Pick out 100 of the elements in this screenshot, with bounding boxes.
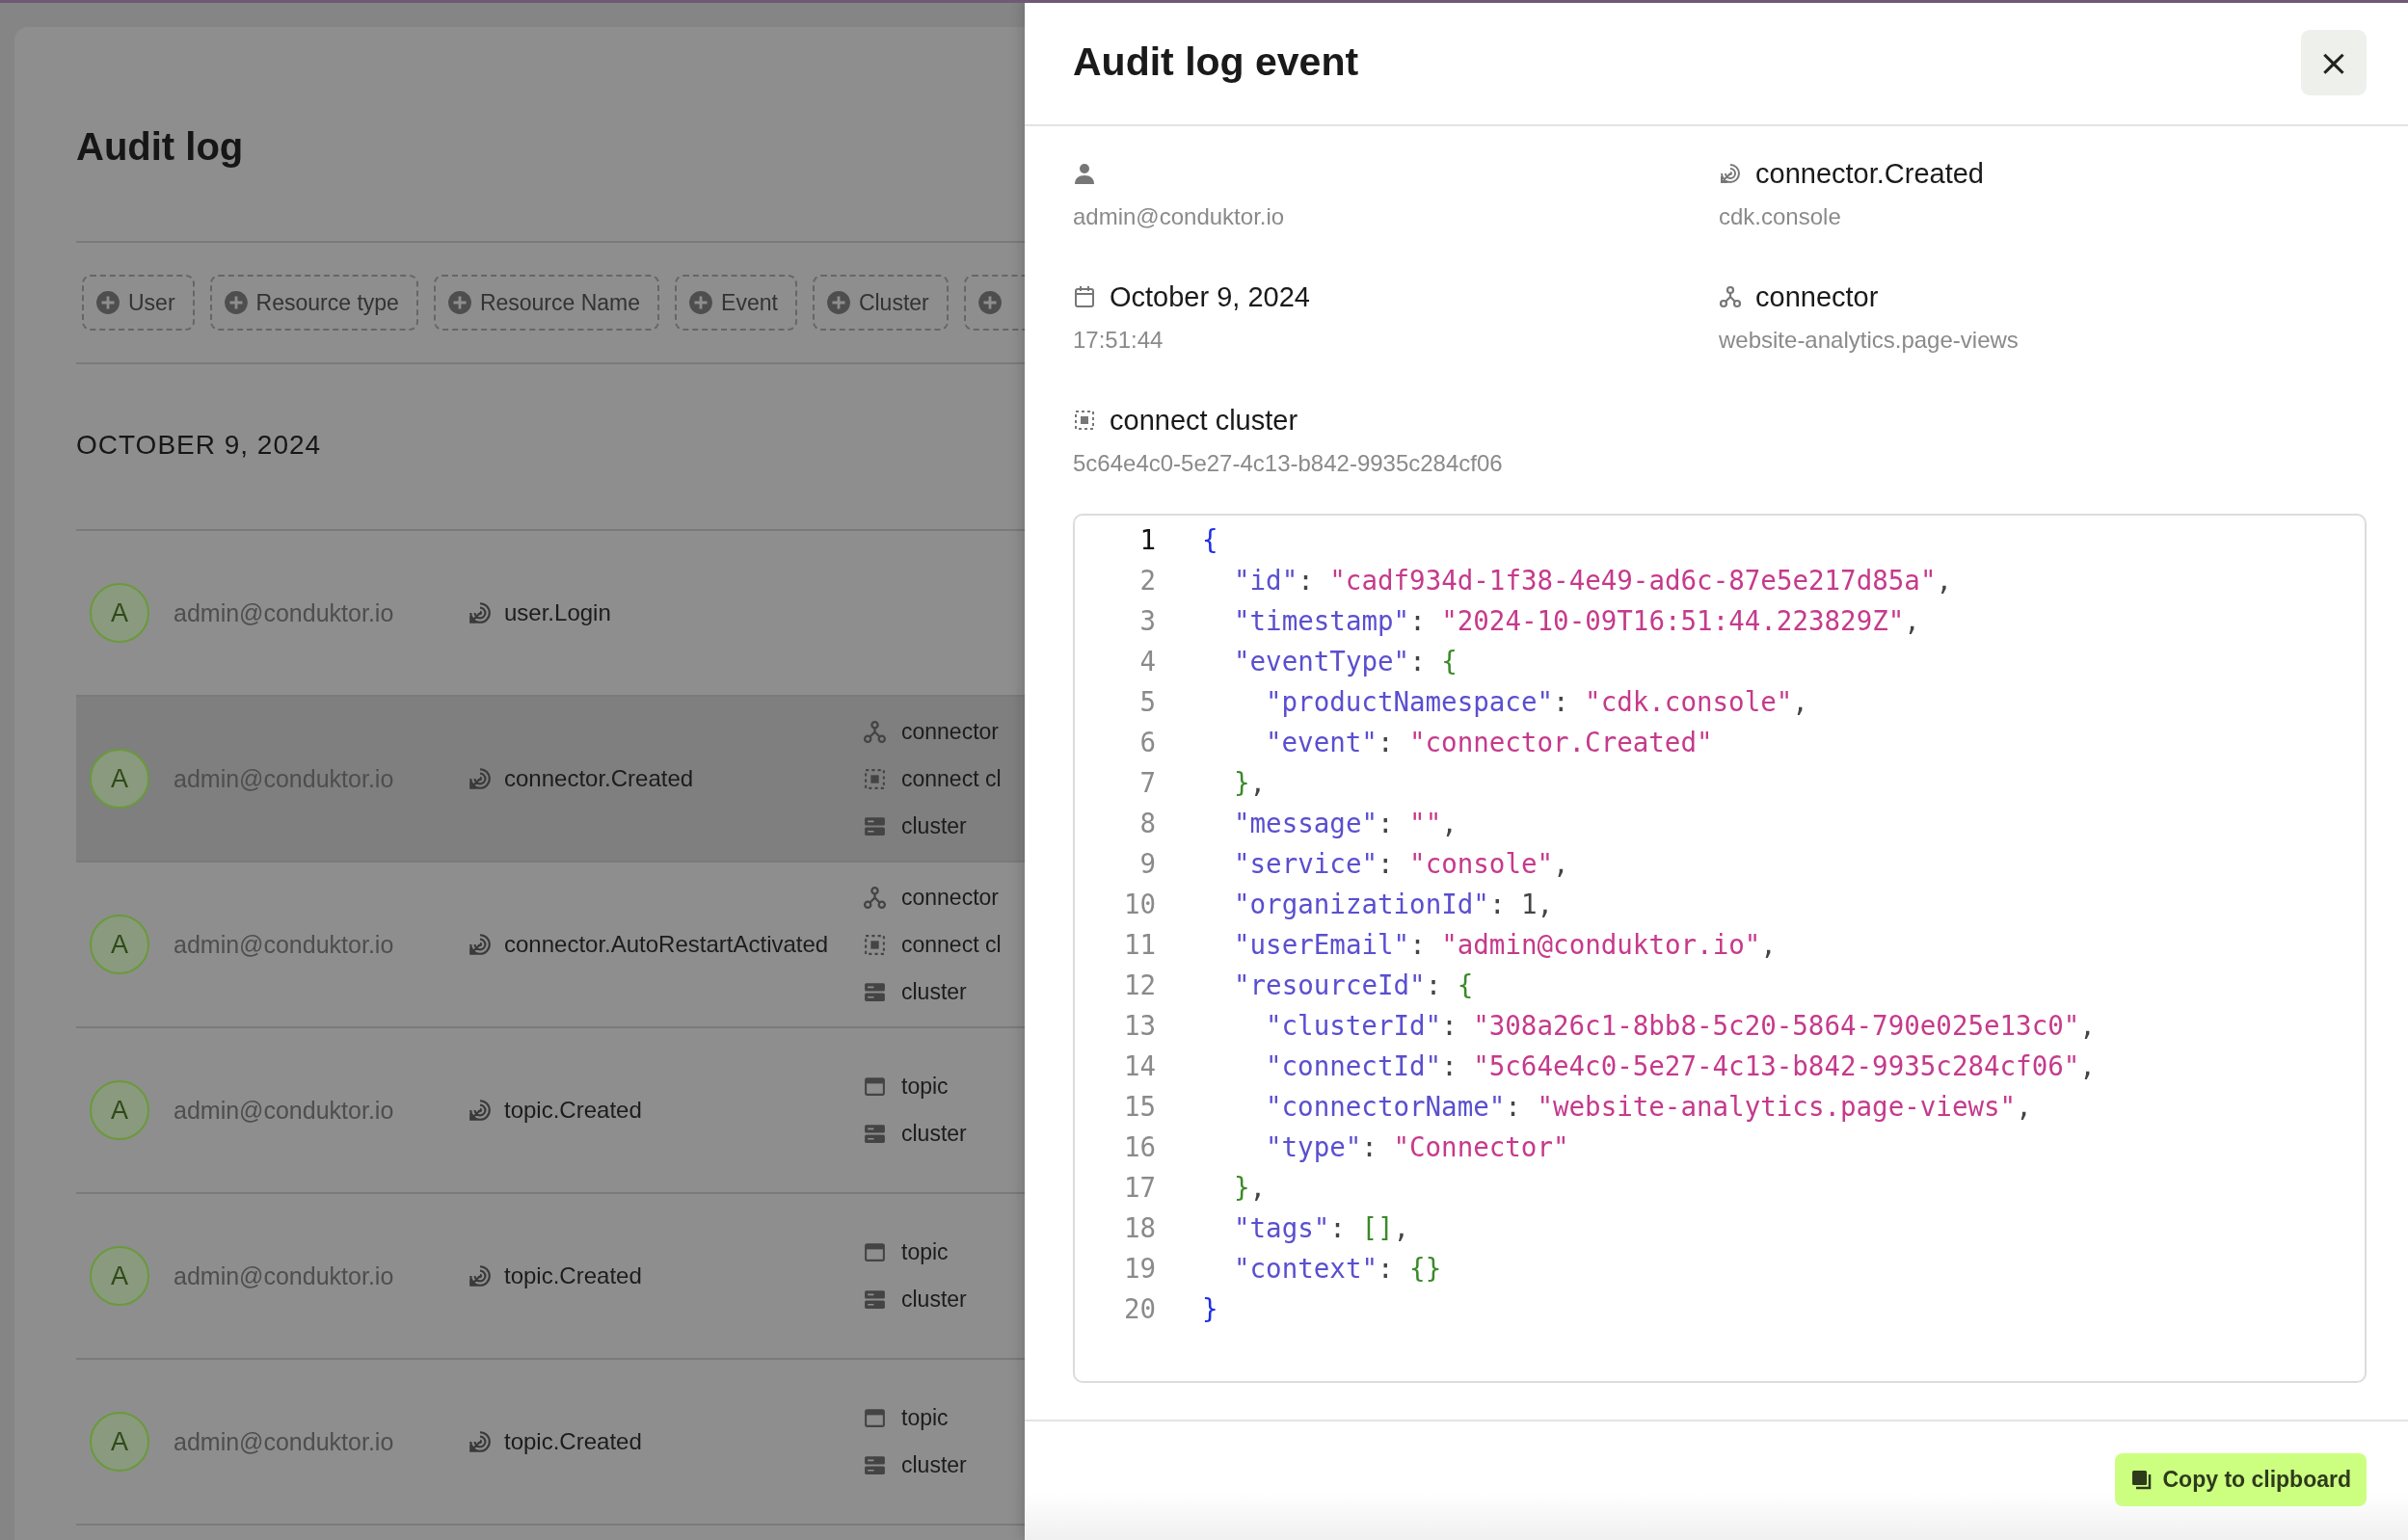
code-line: "service": "console",	[1234, 848, 1569, 879]
resource-label: cluster	[901, 1287, 967, 1313]
code-line: "organizationId": 1,	[1234, 889, 1554, 919]
detail-label: connector.Created	[1755, 157, 1984, 190]
resource-label: connect cl	[901, 765, 1002, 792]
line-number: 11	[1122, 929, 1156, 960]
resource-label: cluster	[901, 978, 967, 1005]
code-line: "message": "",	[1234, 808, 1458, 838]
chip-icon	[1073, 409, 1096, 432]
line-number: 14	[1122, 1050, 1156, 1081]
line-number: 12	[1122, 969, 1156, 1000]
code-line: },	[1234, 1172, 1267, 1203]
code-line: "connectId": "5c64e4c0-5e27-4c13-b842-9935c284cf06",	[1266, 1050, 2096, 1081]
user-email: admin@conduktor.io	[173, 1261, 395, 1290]
date-heading: OCTOBER 9, 2024	[76, 430, 322, 460]
code-line: },	[1234, 767, 1267, 798]
filter-chip[interactable]: Event	[675, 275, 797, 331]
copy-icon	[2129, 1468, 2154, 1492]
detail-label: connector	[1755, 280, 1879, 313]
resource-label: topic	[901, 1239, 949, 1265]
target-arrow-icon	[468, 1098, 493, 1123]
event-name: topic.Created	[504, 1428, 642, 1455]
filter-chip[interactable]: Resource type	[209, 275, 418, 331]
line-number: 5	[1138, 686, 1156, 717]
line-number: 1	[1138, 524, 1156, 555]
event-name: connector.AutoRestartActivated	[504, 931, 829, 958]
calendar-icon	[1073, 285, 1096, 308]
code-line: "clusterId": "308a26c1-8bb8-5c20-5864-790e025e13c0",	[1266, 1010, 2096, 1041]
code-line: }	[1202, 1293, 1218, 1324]
target-arrow-icon	[468, 766, 493, 791]
line-number: 7	[1138, 767, 1156, 798]
plus-icon	[95, 290, 120, 315]
server-icon	[863, 1288, 887, 1312]
avatar: A	[90, 749, 149, 809]
line-number: 17	[1122, 1172, 1156, 1203]
nodes-icon	[863, 885, 887, 910]
chip-icon	[863, 766, 887, 791]
filter-chip[interactable]: Cluster	[812, 275, 949, 331]
avatar: A	[90, 1246, 149, 1306]
resource-label: connector	[901, 884, 999, 911]
plus-icon	[688, 290, 714, 315]
code-line: "context": {}	[1234, 1253, 1442, 1284]
server-icon	[863, 1122, 887, 1146]
line-number: 9	[1138, 848, 1156, 879]
code-line: "tags": [],	[1234, 1212, 1410, 1243]
line-number: 6	[1138, 727, 1156, 757]
user-email: admin@conduktor.io	[173, 598, 395, 627]
user-icon	[1073, 162, 1096, 185]
event-name: topic.Created	[504, 1097, 642, 1124]
filter-chip[interactable]: User	[82, 275, 195, 331]
target-arrow-icon	[468, 1429, 493, 1454]
plus-icon	[977, 290, 1003, 315]
event-name: user.Login	[504, 599, 611, 626]
code-line: "userEmail": "admin@conduktor.io",	[1234, 929, 1777, 960]
code-line: "connectorName": "website-analytics.page-views",	[1266, 1091, 2032, 1122]
avatar: A	[90, 915, 149, 974]
code-line: "type": "Connector"	[1266, 1131, 1569, 1162]
detail-label: connect cluster	[1110, 404, 1298, 437]
detail-value: admin@conduktor.io	[1073, 203, 1286, 230]
line-number: 20	[1122, 1293, 1156, 1324]
chip-icon	[863, 932, 887, 957]
target-arrow-icon	[468, 600, 493, 625]
code-line: "timestamp": "2024-10-09T16:51:44.223829Z",	[1234, 605, 1920, 636]
code-line: "eventType": {	[1234, 646, 1458, 677]
code-line: "id": "cadf934d-1f38-4e49-ad6c-87e5e217d85a",	[1234, 565, 1952, 596]
resource-label: cluster	[901, 1121, 967, 1147]
event-name: connector.Created	[504, 765, 694, 792]
resource-label: cluster	[901, 812, 967, 839]
line-number: 15	[1122, 1091, 1156, 1122]
user-email: admin@conduktor.io	[173, 1096, 395, 1125]
window-icon	[863, 1406, 887, 1430]
code-line: "event": "connector.Created"	[1266, 727, 1713, 757]
line-number: 13	[1122, 1010, 1156, 1041]
detail-value: 17:51:44	[1073, 327, 1164, 354]
page-title: Audit log	[76, 125, 244, 168]
drawer-title: Audit log event	[1073, 40, 1359, 85]
line-number: 3	[1138, 605, 1156, 636]
detail-label: October 9, 2024	[1110, 280, 1310, 313]
detail-value: cdk.console	[1719, 203, 1842, 230]
line-number: 4	[1138, 646, 1156, 677]
code-line: {	[1202, 524, 1218, 555]
close-button[interactable]: ×	[2301, 29, 2367, 95]
target-arrow-icon	[468, 1263, 493, 1288]
line-number: 8	[1138, 808, 1156, 838]
line-number: 19	[1122, 1253, 1156, 1284]
filter-chip[interactable]: Resource Name	[433, 275, 660, 331]
target-arrow-icon	[1719, 162, 1742, 185]
copy-button[interactable]: Copy to clipboard	[2114, 1453, 2367, 1506]
line-number: 10	[1122, 889, 1156, 919]
line-number: 16	[1122, 1131, 1156, 1162]
code-line: "resourceId": {	[1234, 969, 1474, 1000]
event-name: topic.Created	[504, 1262, 642, 1289]
nodes-icon	[1719, 285, 1742, 308]
window-icon	[863, 1240, 887, 1264]
plus-icon	[446, 290, 472, 315]
resource-label: cluster	[901, 1452, 967, 1478]
plus-icon	[223, 290, 249, 315]
user-email: admin@conduktor.io	[173, 930, 395, 959]
avatar: A	[90, 1080, 149, 1140]
line-number: 18	[1122, 1212, 1156, 1243]
